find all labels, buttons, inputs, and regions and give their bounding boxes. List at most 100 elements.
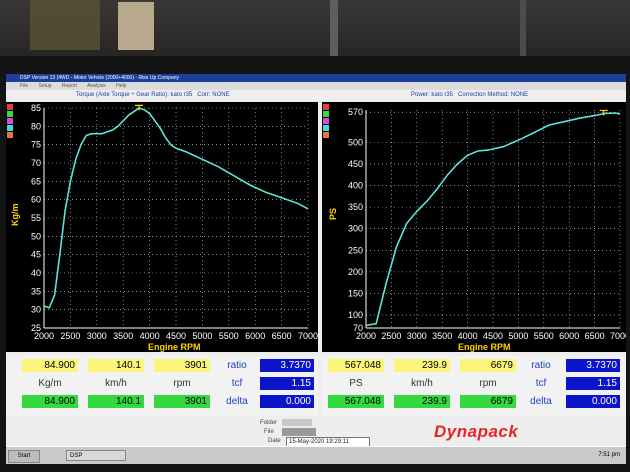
- x-tick-label: 7000: [298, 331, 318, 341]
- x-tick-label: 7000: [610, 331, 626, 341]
- monitor-screen: DSP Version 13 (4WD - Motor Vehicle (200…: [6, 74, 626, 464]
- taskbar: Start DSP 7:51 pm: [6, 446, 626, 464]
- background-workshop: [0, 0, 630, 62]
- background-box: [118, 2, 154, 50]
- x-tick-label: 6500: [272, 331, 292, 341]
- y-tick-label: 570: [348, 107, 363, 117]
- menu-file[interactable]: File: [20, 83, 28, 89]
- y-tick-label: 70: [353, 323, 363, 333]
- x-tick-label: 3000: [87, 331, 107, 341]
- y-tick-label: 80: [31, 121, 41, 131]
- y-tick-label: 50: [31, 231, 41, 241]
- rpm-value-cell-2: 6679: [460, 395, 516, 408]
- torque-readout-panel: 84.900 140.1 3901 ratio 3.7370 Kg/m km/h…: [6, 356, 318, 416]
- y-tick-label: 450: [348, 159, 363, 169]
- power-x-axis-title: Engine RPM: [458, 342, 511, 352]
- y-tick-label: 60: [31, 195, 41, 205]
- x-tick-label: 5500: [219, 331, 239, 341]
- y-tick-label: 45: [31, 250, 41, 260]
- speed-value-cell-2: 239.9: [394, 395, 450, 408]
- rpm-unit-label: rpm: [479, 378, 497, 389]
- speed-value-cell: 140.1: [88, 359, 144, 372]
- delta-label: delta: [530, 396, 552, 407]
- speed-value-cell: 239.9: [394, 359, 450, 372]
- torque-y-axis-title: Kg/m: [10, 203, 20, 227]
- y-tick-label: 55: [31, 213, 41, 223]
- y-tick-label: 300: [348, 224, 363, 234]
- y-tick-label: 100: [348, 310, 363, 320]
- y-tick-label: 30: [31, 305, 41, 315]
- date-label: Date: [268, 438, 281, 444]
- dynapack-logo: Dynapack: [434, 422, 519, 441]
- y-tick-label: 85: [31, 103, 41, 113]
- torque-corr-label: Corr: NONE: [197, 92, 230, 98]
- ratio-value-cell[interactable]: 3.7370: [260, 359, 314, 372]
- torque-chart: 2000 2500 3000 3500 4000 4500 5000 5500 6000 6500…: [6, 102, 318, 352]
- delta-value-cell[interactable]: 0.000: [260, 395, 314, 408]
- torque-measure-label: Torque (Axle Torque ÷ Gear Ratio): kato …: [76, 92, 193, 98]
- folder-field[interactable]: [282, 419, 312, 426]
- power-y-axis-title: PS: [328, 207, 338, 220]
- y-tick-label: 65: [31, 176, 41, 186]
- rpm-value-cell: 3901: [154, 359, 210, 372]
- power-readout-panel: 567.048 239.9 6679 ratio 3.7370 PS km/h …: [322, 356, 626, 416]
- power-unit-label: PS: [349, 378, 363, 389]
- speed-unit-label: km/h: [411, 378, 433, 389]
- file-label: File: [264, 429, 274, 435]
- x-tick-label: 3000: [407, 331, 427, 341]
- x-tick-label: 4000: [140, 331, 160, 341]
- y-tick-label: 400: [348, 181, 363, 191]
- y-tick-label: 35: [31, 286, 41, 296]
- speed-unit-label: km/h: [105, 378, 127, 389]
- x-tick-label: 6000: [245, 331, 265, 341]
- series-line: [365, 112, 621, 327]
- taskbar-clock: 7:51 pm: [598, 452, 620, 458]
- ratio-value-cell[interactable]: 3.7370: [566, 359, 620, 372]
- start-button[interactable]: Start: [8, 450, 40, 463]
- ratio-label: ratio: [531, 360, 551, 371]
- power-value-cell-2: 567.048: [328, 395, 384, 408]
- y-tick-label: 40: [31, 268, 41, 278]
- y-tick-label: 25: [31, 323, 41, 333]
- tcf-label: tcf: [231, 378, 243, 389]
- y-tick-label: 200: [348, 267, 363, 277]
- series-line: [43, 107, 309, 309]
- torque-unit-label: Kg/m: [38, 378, 62, 389]
- y-tick-label: 75: [31, 140, 41, 150]
- x-tick-label: 4500: [483, 331, 503, 341]
- x-tick-label: 5500: [534, 331, 554, 341]
- power-chart-header: Power: kato r35 Correction Method: NONE: [411, 91, 528, 100]
- torque-plot: 2000 2500 3000 3500 4000 4500 5000 5500 6000 6500…: [31, 103, 318, 341]
- tcf-value-cell[interactable]: 1.15: [260, 377, 314, 390]
- menu-help[interactable]: Help: [116, 83, 126, 89]
- rpm-value-cell-2: 3901: [154, 395, 210, 408]
- x-tick-label: 6500: [585, 331, 605, 341]
- x-tick-label: 2500: [60, 331, 80, 341]
- x-tick-label: 6000: [559, 331, 579, 341]
- ratio-label: ratio: [227, 360, 247, 371]
- menu-report[interactable]: Report: [62, 83, 77, 89]
- file-field[interactable]: [282, 428, 316, 436]
- background-pipe: [330, 0, 338, 56]
- power-value-cell: 567.048: [328, 359, 384, 372]
- power-measure-label: Power: kato r35: [411, 92, 454, 98]
- menu-setup[interactable]: Setup: [38, 83, 51, 89]
- taskbar-dsp-button[interactable]: DSP: [66, 450, 126, 461]
- rpm-value-cell: 6679: [460, 359, 516, 372]
- x-tick-label: 5000: [508, 331, 528, 341]
- y-tick-label: 250: [348, 245, 363, 255]
- x-tick-label: 3500: [432, 331, 452, 341]
- delta-value-cell[interactable]: 0.000: [566, 395, 620, 408]
- background-pipe: [520, 0, 526, 60]
- y-tick-label: 150: [348, 288, 363, 298]
- background-shelf: [30, 0, 100, 50]
- menu-analysis[interactable]: Analysis: [87, 83, 106, 89]
- y-tick-label: 500: [348, 137, 363, 147]
- power-chart: 2000 2500 3000 3500 4000 4500 5000 5500 6000 6500…: [322, 102, 626, 352]
- torque-value-cell: 84.900: [22, 359, 78, 372]
- window-title-bar: DSP Version 13 (4WD - Motor Vehicle (200…: [6, 74, 626, 82]
- y-tick-label: 70: [31, 158, 41, 168]
- tcf-value-cell[interactable]: 1.15: [566, 377, 620, 390]
- x-tick-label: 2500: [381, 331, 401, 341]
- x-tick-label: 4000: [458, 331, 478, 341]
